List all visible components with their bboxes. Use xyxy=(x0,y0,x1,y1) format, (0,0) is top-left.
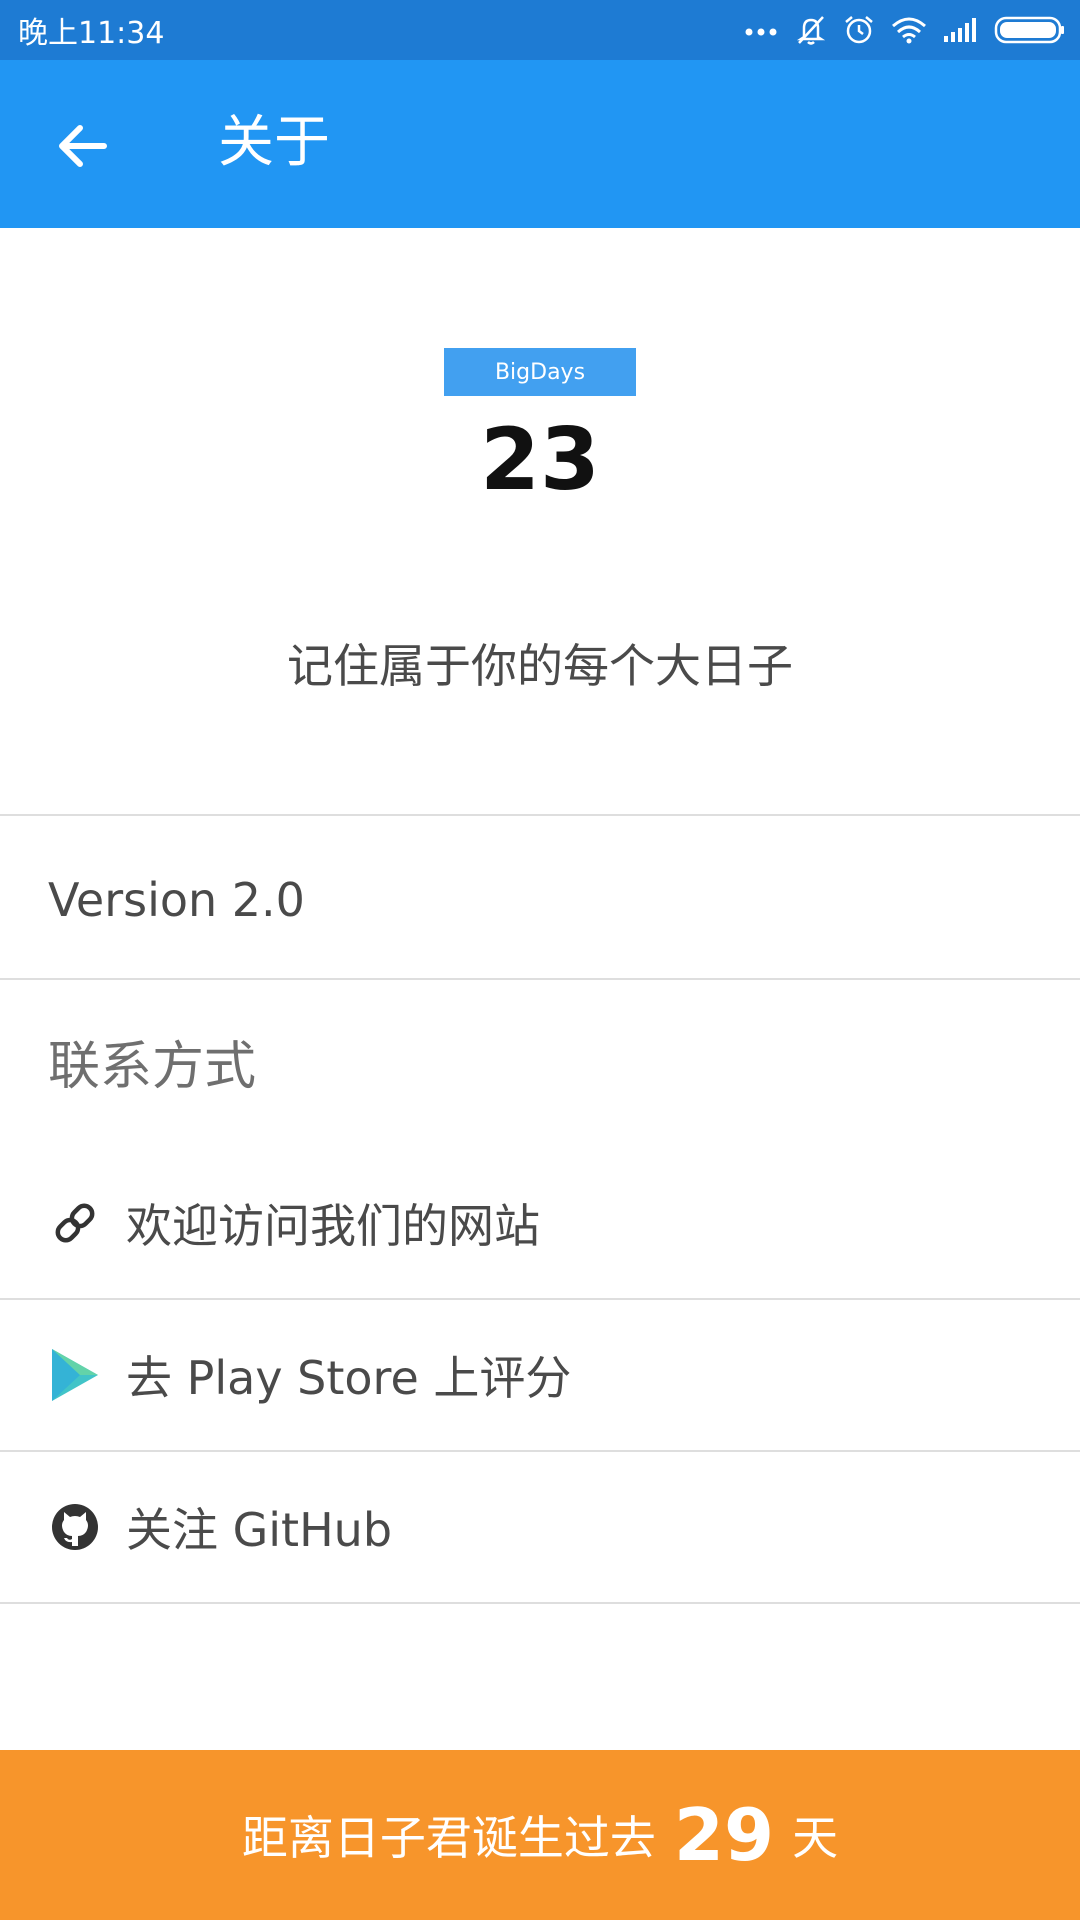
version-text: Version 2.0 xyxy=(48,873,305,927)
battery-icon xyxy=(994,15,1066,45)
website-link-label: 欢迎访问我们的网站 xyxy=(126,1199,540,1253)
signal-icon xyxy=(942,16,980,44)
divider xyxy=(0,1602,1080,1604)
contact-section-title: 联系方式 xyxy=(48,1037,257,1097)
back-button[interactable] xyxy=(52,116,112,176)
link-icon xyxy=(50,1198,100,1248)
github-label: 关注 GitHub xyxy=(126,1503,393,1557)
page-title: 关于 xyxy=(218,110,330,175)
days-counter-prefix: 距离日子君诞生过去 xyxy=(241,1811,656,1865)
play-store-icon xyxy=(50,1349,100,1401)
status-bar: 晚上11:34 xyxy=(0,0,1080,60)
play-store-row[interactable]: 去 Play Store 上评分 xyxy=(0,1300,1080,1450)
status-icons xyxy=(744,13,1066,47)
app-logo-label: BigDays xyxy=(444,348,636,396)
more-dots-icon xyxy=(744,24,780,36)
github-icon xyxy=(50,1502,100,1552)
alarm-icon xyxy=(842,13,876,47)
days-counter-suffix: 天 xyxy=(792,1811,839,1865)
play-store-label: 去 Play Store 上评分 xyxy=(126,1351,572,1405)
app-bar: 关于 xyxy=(0,60,1080,228)
app-slogan: 记住属于你的每个大日子 xyxy=(287,639,793,693)
github-row[interactable]: 关注 GitHub xyxy=(0,1452,1080,1602)
divider xyxy=(0,814,1080,816)
days-counter-banner: 距离日子君诞生过去 29 天 xyxy=(0,1750,1080,1920)
website-link-row[interactable]: 欢迎访问我们的网站 xyxy=(0,1148,1080,1298)
wifi-icon xyxy=(890,15,928,45)
app-logo-number: 23 xyxy=(480,410,600,510)
about-hero: BigDays 23 记住属于你的每个大日子 xyxy=(0,228,1080,816)
divider xyxy=(0,978,1080,980)
mute-icon xyxy=(794,13,828,47)
arrow-back-icon xyxy=(52,125,112,180)
days-counter-value: 29 xyxy=(673,1793,775,1877)
status-time: 晚上11:34 xyxy=(18,16,165,51)
